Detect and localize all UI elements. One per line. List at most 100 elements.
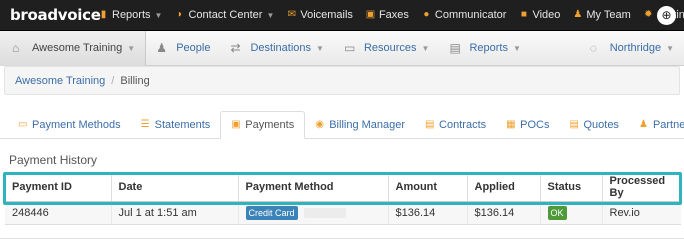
location-switcher[interactable]: ◌ Northridge ▼: [580, 31, 684, 66]
topnav-label: Communicator: [434, 9, 507, 21]
brand-logo[interactable]: broadvoice: [10, 6, 101, 24]
subnav-label: Reports: [469, 42, 508, 54]
tab-quotes[interactable]: ▤ Quotes: [559, 112, 628, 138]
chevron-down-icon: ▼: [154, 10, 163, 20]
tab-label: Quotes: [583, 119, 619, 131]
tab-pocs[interactable]: ▦ POCs: [496, 112, 559, 138]
payment-method-cell: Credit Card: [238, 202, 389, 225]
divider: [0, 238, 684, 239]
people-icon: ♟: [156, 41, 167, 55]
column-header[interactable]: Processed By: [602, 173, 681, 203]
column-header[interactable]: Amount: [388, 173, 468, 203]
subnav-destinations[interactable]: ⇄ Destinations ▼: [220, 31, 333, 66]
gear-icon: ✹: [644, 9, 653, 20]
tab-label: Payment Methods: [32, 119, 121, 131]
tab-contracts[interactable]: ▤ Contracts: [415, 112, 496, 138]
topnav-voicemails[interactable]: ✉ Voicemails: [280, 0, 359, 31]
topnav-label: Contact Center: [188, 9, 263, 21]
account-switcher[interactable]: ⌂ Awesome Training ▼: [0, 30, 147, 66]
topnav-label: Reports: [112, 9, 151, 21]
payment-method-badge: Credit Card: [245, 206, 298, 221]
column-header[interactable]: Status: [540, 173, 603, 203]
billing-tabs: ▭ Payment Methods ☰ Statements ▣ Payments ◉…: [0, 111, 684, 139]
bar-chart-icon: ▮: [100, 9, 107, 20]
subnav-label: Resources: [363, 42, 417, 54]
topnav-label: Faxes: [378, 9, 409, 21]
subnav-people[interactable]: ♟ People: [146, 31, 220, 66]
tab-billing-manager[interactable]: ◉ Billing Manager: [305, 112, 415, 138]
home-icon: ⌂: [12, 41, 20, 55]
tab-label: Partner Info: [652, 119, 684, 131]
resources-icon: ▭: [343, 41, 356, 55]
redacted-card-number: [303, 208, 346, 219]
file-icon: ▤: [425, 119, 435, 130]
envelope-icon: ✉: [287, 9, 297, 20]
column-header[interactable]: Date: [111, 173, 239, 203]
chat-icon: ●: [423, 9, 430, 20]
subnav-label: People: [176, 42, 211, 54]
chevron-down-icon: ▼: [512, 43, 521, 53]
table-header-row: Payment ID Date Payment Method Amount Ap…: [5, 173, 681, 203]
account-name: Awesome Training: [32, 42, 123, 54]
team-icon: ♟: [573, 9, 583, 20]
column-header[interactable]: Payment Method: [238, 173, 389, 203]
topnav-reports[interactable]: ▮ Reports ▼: [92, 0, 168, 31]
globe-icon[interactable]: ⊕: [657, 6, 676, 25]
secondary-navbar: ⌂ Awesome Training ▼ ♟ People ⇄ Destinations…: [0, 30, 684, 66]
fax-icon: ▣: [365, 9, 376, 20]
payment-id-cell: 248446: [5, 202, 112, 225]
column-header[interactable]: Payment ID: [5, 173, 112, 203]
tab-label: Statements: [154, 119, 211, 131]
eye-icon: ◉: [315, 119, 324, 130]
tab-partner-info[interactable]: ♟ Partner Info: [629, 112, 684, 138]
chevron-down-icon: ▼: [266, 10, 275, 20]
chevron-down-icon: ▼: [316, 43, 324, 53]
status-badge: OK: [547, 206, 567, 221]
document-icon: ▤: [569, 119, 579, 130]
table-row[interactable]: 248446 Jul 1 at 1:51 am Credit Card $136…: [5, 202, 681, 225]
applied-cell: $136.14: [467, 202, 541, 225]
list-icon: ☰: [140, 119, 150, 130]
topnav-faxes[interactable]: ▣ Faxes: [359, 0, 415, 31]
topnav-communicator[interactable]: ● Communicator: [415, 0, 513, 31]
tab-payments[interactable]: ▣ Payments: [220, 111, 306, 139]
chevron-down-icon: ▼: [666, 43, 674, 53]
breadcrumb-root[interactable]: Awesome Training: [15, 75, 105, 87]
top-nav-menu: ▮ Reports ▼ ◗ Contact Center ▼ ✉ Voicemails ▣…: [92, 0, 684, 31]
contact-card-icon: ▦: [506, 119, 516, 130]
amount-cell: $136.14: [388, 202, 468, 225]
page-title: Payment History: [9, 153, 98, 167]
tab-statements[interactable]: ☰ Statements: [131, 112, 221, 138]
topnav-label: Voicemails: [300, 9, 353, 21]
topnav-contact-center[interactable]: ◗ Contact Center ▼: [168, 0, 280, 31]
tab-payment-methods[interactable]: ▭ Payment Methods: [8, 112, 131, 138]
payment-history-table: Payment ID Date Payment Method Amount Ap…: [5, 173, 681, 225]
status-cell: OK: [540, 202, 603, 225]
date-cell: Jul 1 at 1:51 am: [111, 202, 239, 225]
tab-label: Contracts: [439, 119, 487, 131]
column-header[interactable]: Applied: [467, 173, 541, 203]
topnav-video[interactable]: ■ Video: [512, 0, 566, 31]
subnav-resources[interactable]: ▭ Resources ▼: [334, 31, 440, 66]
breadcrumb-separator: /: [111, 74, 115, 87]
subnav-reports[interactable]: ▤ Reports ▼: [439, 31, 530, 66]
top-navbar: broadvoice ▮ Reports ▼ ◗ Contact Center ▼ ✉ V…: [0, 0, 684, 31]
credit-card-icon: ▭: [18, 119, 28, 130]
location-name: Northridge: [609, 42, 662, 54]
money-icon: ▣: [231, 119, 241, 130]
destinations-icon: ⇄: [230, 41, 241, 55]
chevron-down-icon: ▼: [127, 43, 136, 53]
headset-icon: ◗: [176, 9, 183, 20]
topnav-label: My Team: [586, 9, 631, 21]
subnav-label: Destinations: [250, 42, 312, 54]
chevron-down-icon: ▼: [421, 43, 430, 53]
video-camera-icon: ■: [520, 9, 527, 20]
breadcrumb-current: Billing: [120, 74, 150, 87]
tab-label: POCs: [520, 119, 550, 131]
tab-label: Billing Manager: [329, 119, 406, 131]
reports-icon: ▤: [449, 41, 461, 55]
user-icon: ♟: [638, 119, 648, 130]
breadcrumb: Awesome Training / Billing: [4, 66, 680, 95]
topnav-my-team[interactable]: ♟ My Team: [566, 0, 636, 31]
topnav-label: Video: [532, 9, 561, 21]
